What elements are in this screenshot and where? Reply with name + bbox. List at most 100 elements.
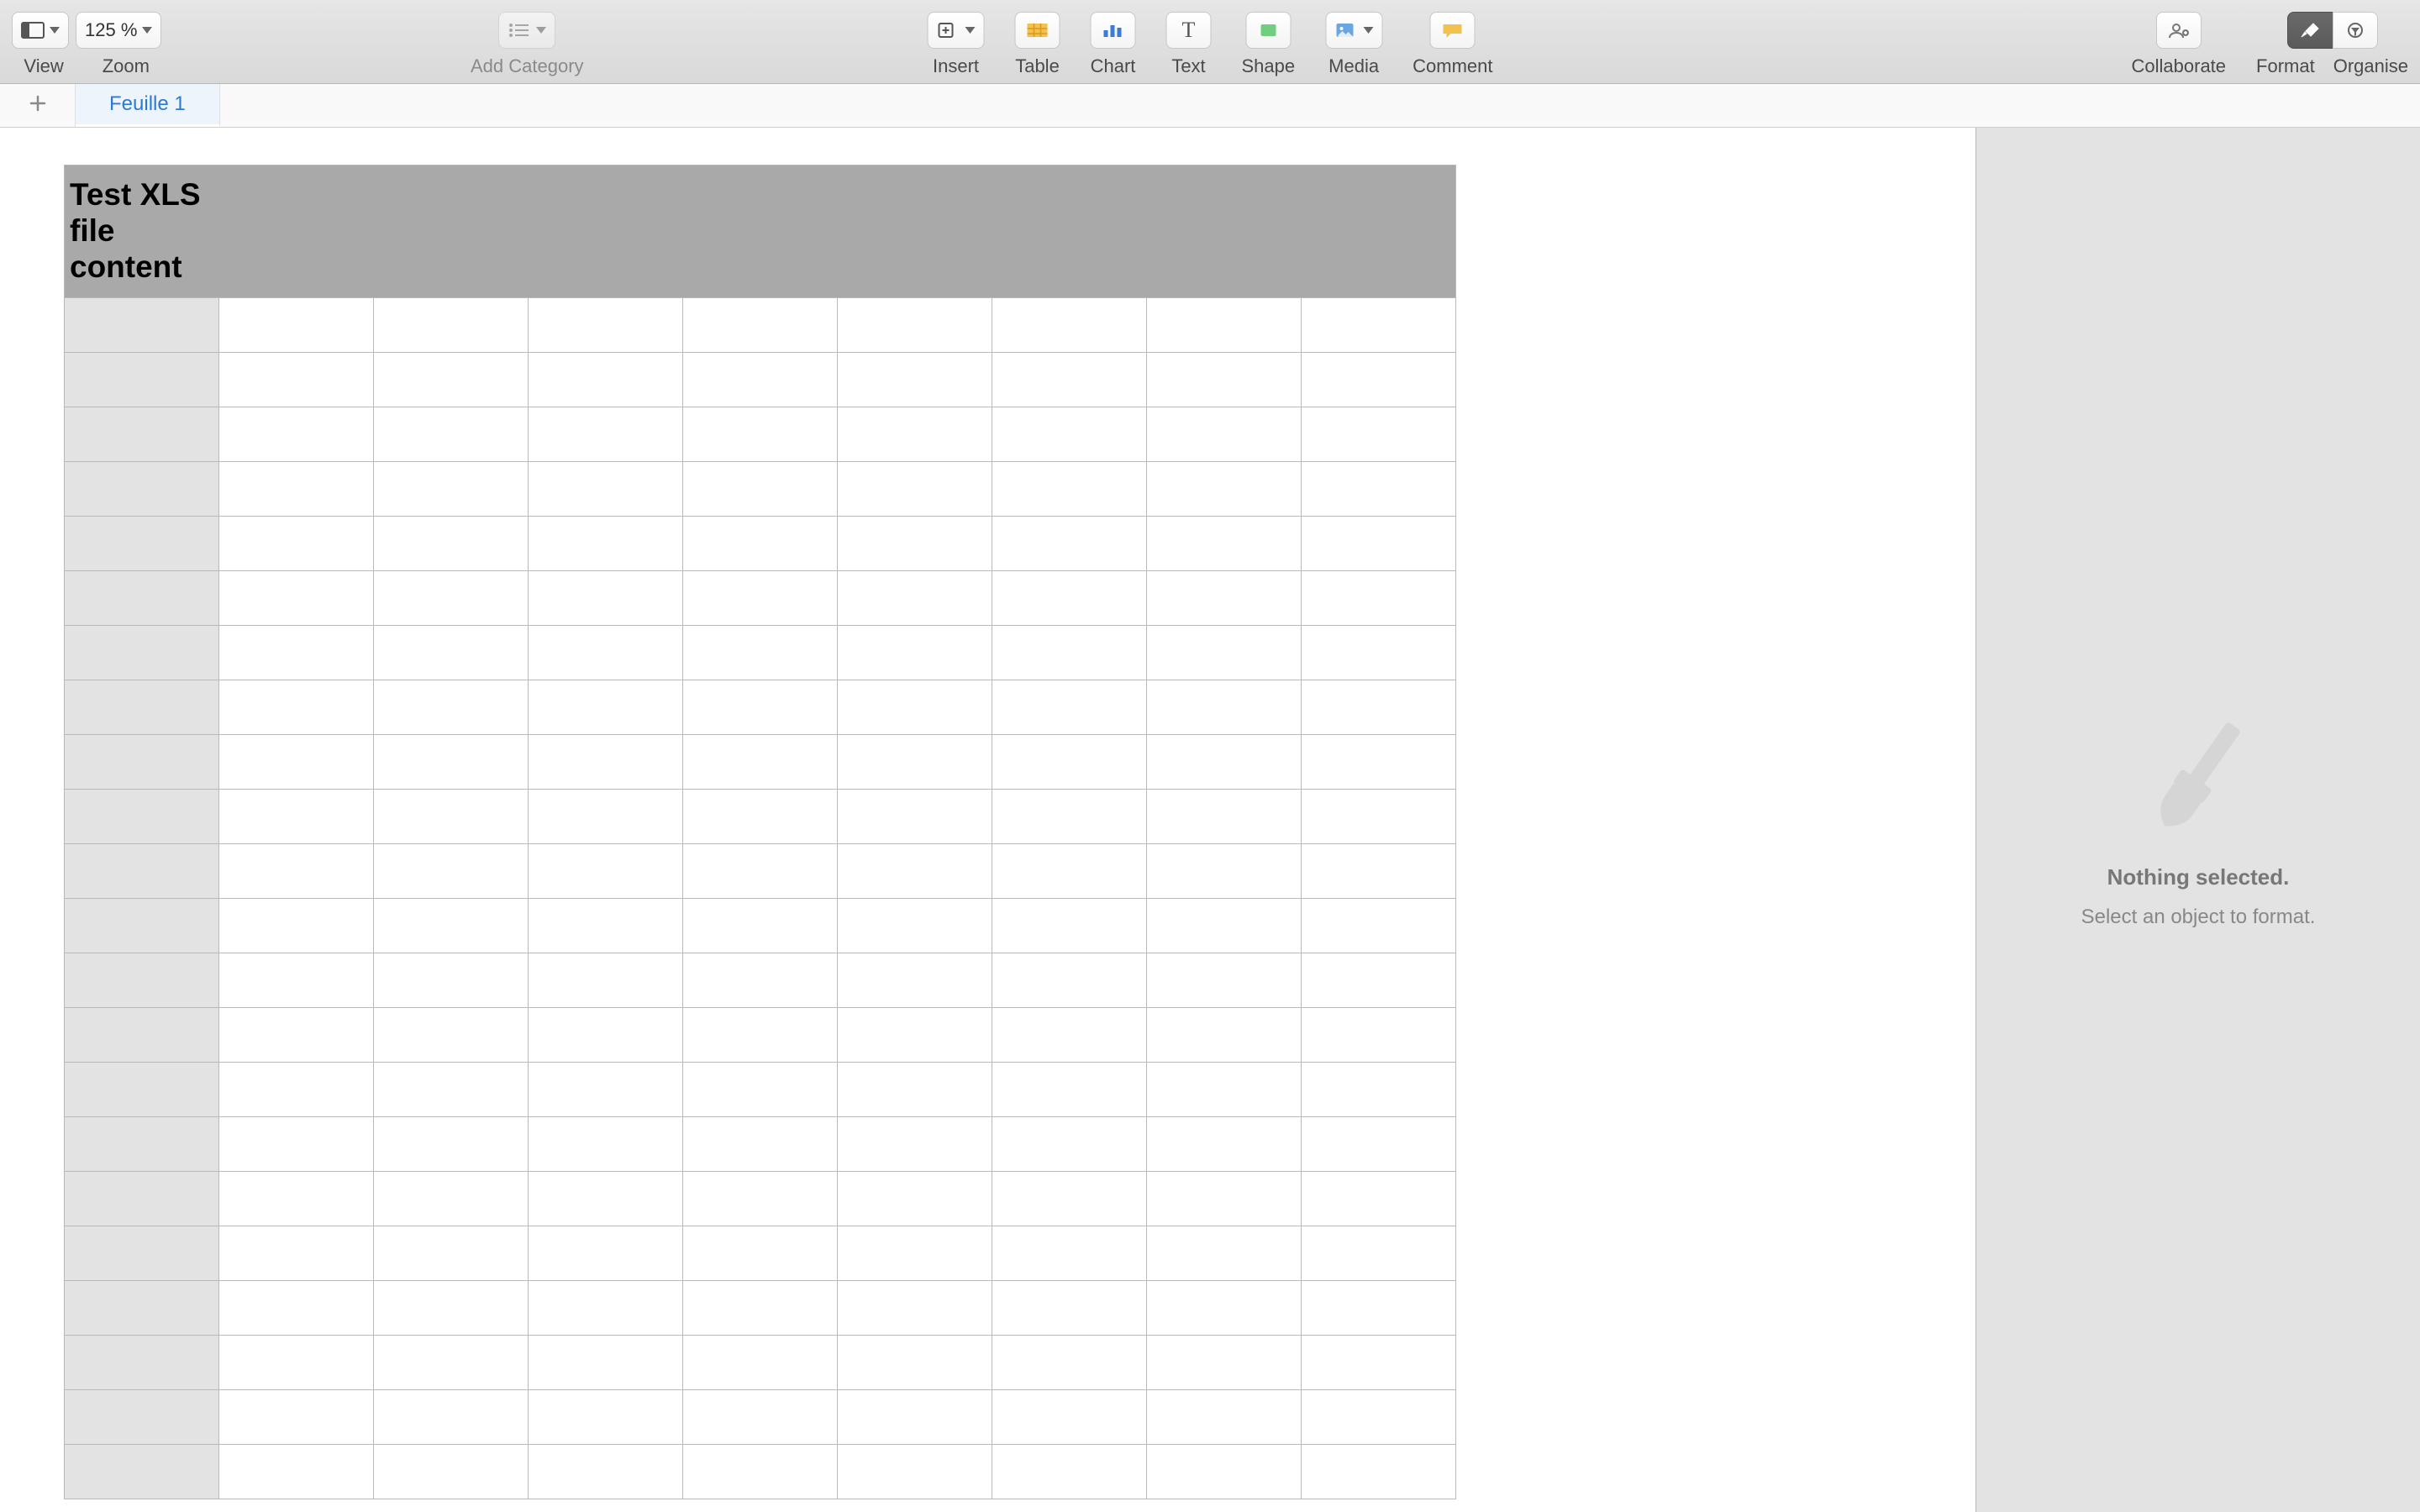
row-header-cell[interactable] bbox=[65, 1280, 219, 1335]
table-row[interactable] bbox=[65, 1226, 1456, 1280]
table-cell[interactable] bbox=[219, 1280, 374, 1335]
table-cell[interactable] bbox=[683, 1171, 838, 1226]
table-cell[interactable] bbox=[529, 1062, 683, 1116]
table-cell[interactable] bbox=[1147, 1171, 1302, 1226]
table-cell[interactable] bbox=[219, 1444, 374, 1499]
table-cell[interactable] bbox=[1302, 516, 1456, 570]
table-cell[interactable] bbox=[374, 1226, 529, 1280]
table-title-cell[interactable]: Test XLS file content bbox=[65, 165, 1456, 298]
table-row[interactable] bbox=[65, 1335, 1456, 1389]
table-cell[interactable] bbox=[219, 516, 374, 570]
spreadsheet-table[interactable]: Test XLS file content bbox=[64, 165, 1456, 1499]
table-cell[interactable] bbox=[683, 1444, 838, 1499]
table-cell[interactable] bbox=[529, 625, 683, 680]
table-cell[interactable] bbox=[838, 1444, 992, 1499]
table-row[interactable] bbox=[65, 352, 1456, 407]
insert-button[interactable] bbox=[928, 12, 985, 49]
table-cell[interactable] bbox=[1302, 1444, 1456, 1499]
row-header-cell[interactable] bbox=[65, 843, 219, 898]
table-cell[interactable] bbox=[1302, 1171, 1456, 1226]
table-row[interactable] bbox=[65, 1116, 1456, 1171]
table-cell[interactable] bbox=[1147, 898, 1302, 953]
table-cell[interactable] bbox=[374, 625, 529, 680]
table-cell[interactable] bbox=[374, 1280, 529, 1335]
table-cell[interactable] bbox=[529, 1226, 683, 1280]
table-cell[interactable] bbox=[374, 789, 529, 843]
row-header-cell[interactable] bbox=[65, 461, 219, 516]
add-sheet-button[interactable] bbox=[0, 84, 76, 127]
table-cell[interactable] bbox=[374, 680, 529, 734]
table-cell[interactable] bbox=[529, 461, 683, 516]
table-cell[interactable] bbox=[374, 407, 529, 461]
table-cell[interactable] bbox=[1147, 461, 1302, 516]
table-cell[interactable] bbox=[219, 1116, 374, 1171]
table-cell[interactable] bbox=[219, 789, 374, 843]
table-cell[interactable] bbox=[683, 297, 838, 352]
table-cell[interactable] bbox=[1302, 734, 1456, 789]
table-row[interactable] bbox=[65, 789, 1456, 843]
table-row[interactable] bbox=[65, 898, 1456, 953]
row-header-cell[interactable] bbox=[65, 352, 219, 407]
table-cell[interactable] bbox=[1147, 516, 1302, 570]
table-cell[interactable] bbox=[529, 898, 683, 953]
table-row[interactable] bbox=[65, 570, 1456, 625]
table-cell[interactable] bbox=[838, 1171, 992, 1226]
table-cell[interactable] bbox=[219, 1226, 374, 1280]
table-cell[interactable] bbox=[683, 680, 838, 734]
table-cell[interactable] bbox=[374, 352, 529, 407]
table-cell[interactable] bbox=[374, 1171, 529, 1226]
table-cell[interactable] bbox=[992, 1335, 1147, 1389]
table-cell[interactable] bbox=[683, 1007, 838, 1062]
row-header-cell[interactable] bbox=[65, 1116, 219, 1171]
table-cell[interactable] bbox=[838, 1335, 992, 1389]
table-cell[interactable] bbox=[219, 407, 374, 461]
table-cell[interactable] bbox=[219, 1335, 374, 1389]
table-cell[interactable] bbox=[1147, 1444, 1302, 1499]
row-header-cell[interactable] bbox=[65, 1226, 219, 1280]
table-cell[interactable] bbox=[683, 1226, 838, 1280]
table-cell[interactable] bbox=[529, 1335, 683, 1389]
table-cell[interactable] bbox=[1302, 898, 1456, 953]
table-cell[interactable] bbox=[219, 352, 374, 407]
table-cell[interactable] bbox=[1302, 953, 1456, 1007]
table-cell[interactable] bbox=[838, 1389, 992, 1444]
table-cell[interactable] bbox=[683, 407, 838, 461]
table-cell[interactable] bbox=[838, 789, 992, 843]
table-cell[interactable] bbox=[992, 352, 1147, 407]
table-row[interactable] bbox=[65, 1062, 1456, 1116]
view-button[interactable] bbox=[12, 12, 69, 49]
table-cell[interactable] bbox=[992, 734, 1147, 789]
chart-button[interactable] bbox=[1091, 12, 1136, 49]
table-cell[interactable] bbox=[992, 1444, 1147, 1499]
table-cell[interactable] bbox=[992, 516, 1147, 570]
row-header-cell[interactable] bbox=[65, 1444, 219, 1499]
format-button[interactable] bbox=[2287, 12, 2333, 49]
table-cell[interactable] bbox=[838, 843, 992, 898]
table-cell[interactable] bbox=[529, 1389, 683, 1444]
table-cell[interactable] bbox=[992, 1116, 1147, 1171]
table-cell[interactable] bbox=[374, 570, 529, 625]
table-cell[interactable] bbox=[374, 1007, 529, 1062]
table-cell[interactable] bbox=[1302, 1116, 1456, 1171]
table-cell[interactable] bbox=[683, 1389, 838, 1444]
table-row[interactable] bbox=[65, 461, 1456, 516]
spreadsheet-canvas[interactable]: Test XLS file content bbox=[0, 128, 1976, 1512]
table-cell[interactable] bbox=[683, 461, 838, 516]
table-row[interactable] bbox=[65, 680, 1456, 734]
table-cell[interactable] bbox=[219, 734, 374, 789]
table-cell[interactable] bbox=[1147, 734, 1302, 789]
table-cell[interactable] bbox=[838, 407, 992, 461]
table-cell[interactable] bbox=[992, 789, 1147, 843]
table-cell[interactable] bbox=[1302, 570, 1456, 625]
table-row[interactable] bbox=[65, 407, 1456, 461]
table-cell[interactable] bbox=[1302, 680, 1456, 734]
table-cell[interactable] bbox=[838, 461, 992, 516]
table-cell[interactable] bbox=[1302, 461, 1456, 516]
table-row[interactable] bbox=[65, 1444, 1456, 1499]
table-cell[interactable] bbox=[1302, 352, 1456, 407]
table-cell[interactable] bbox=[529, 1280, 683, 1335]
table-cell[interactable] bbox=[219, 461, 374, 516]
table-cell[interactable] bbox=[529, 1444, 683, 1499]
table-cell[interactable] bbox=[1302, 1226, 1456, 1280]
table-cell[interactable] bbox=[838, 570, 992, 625]
